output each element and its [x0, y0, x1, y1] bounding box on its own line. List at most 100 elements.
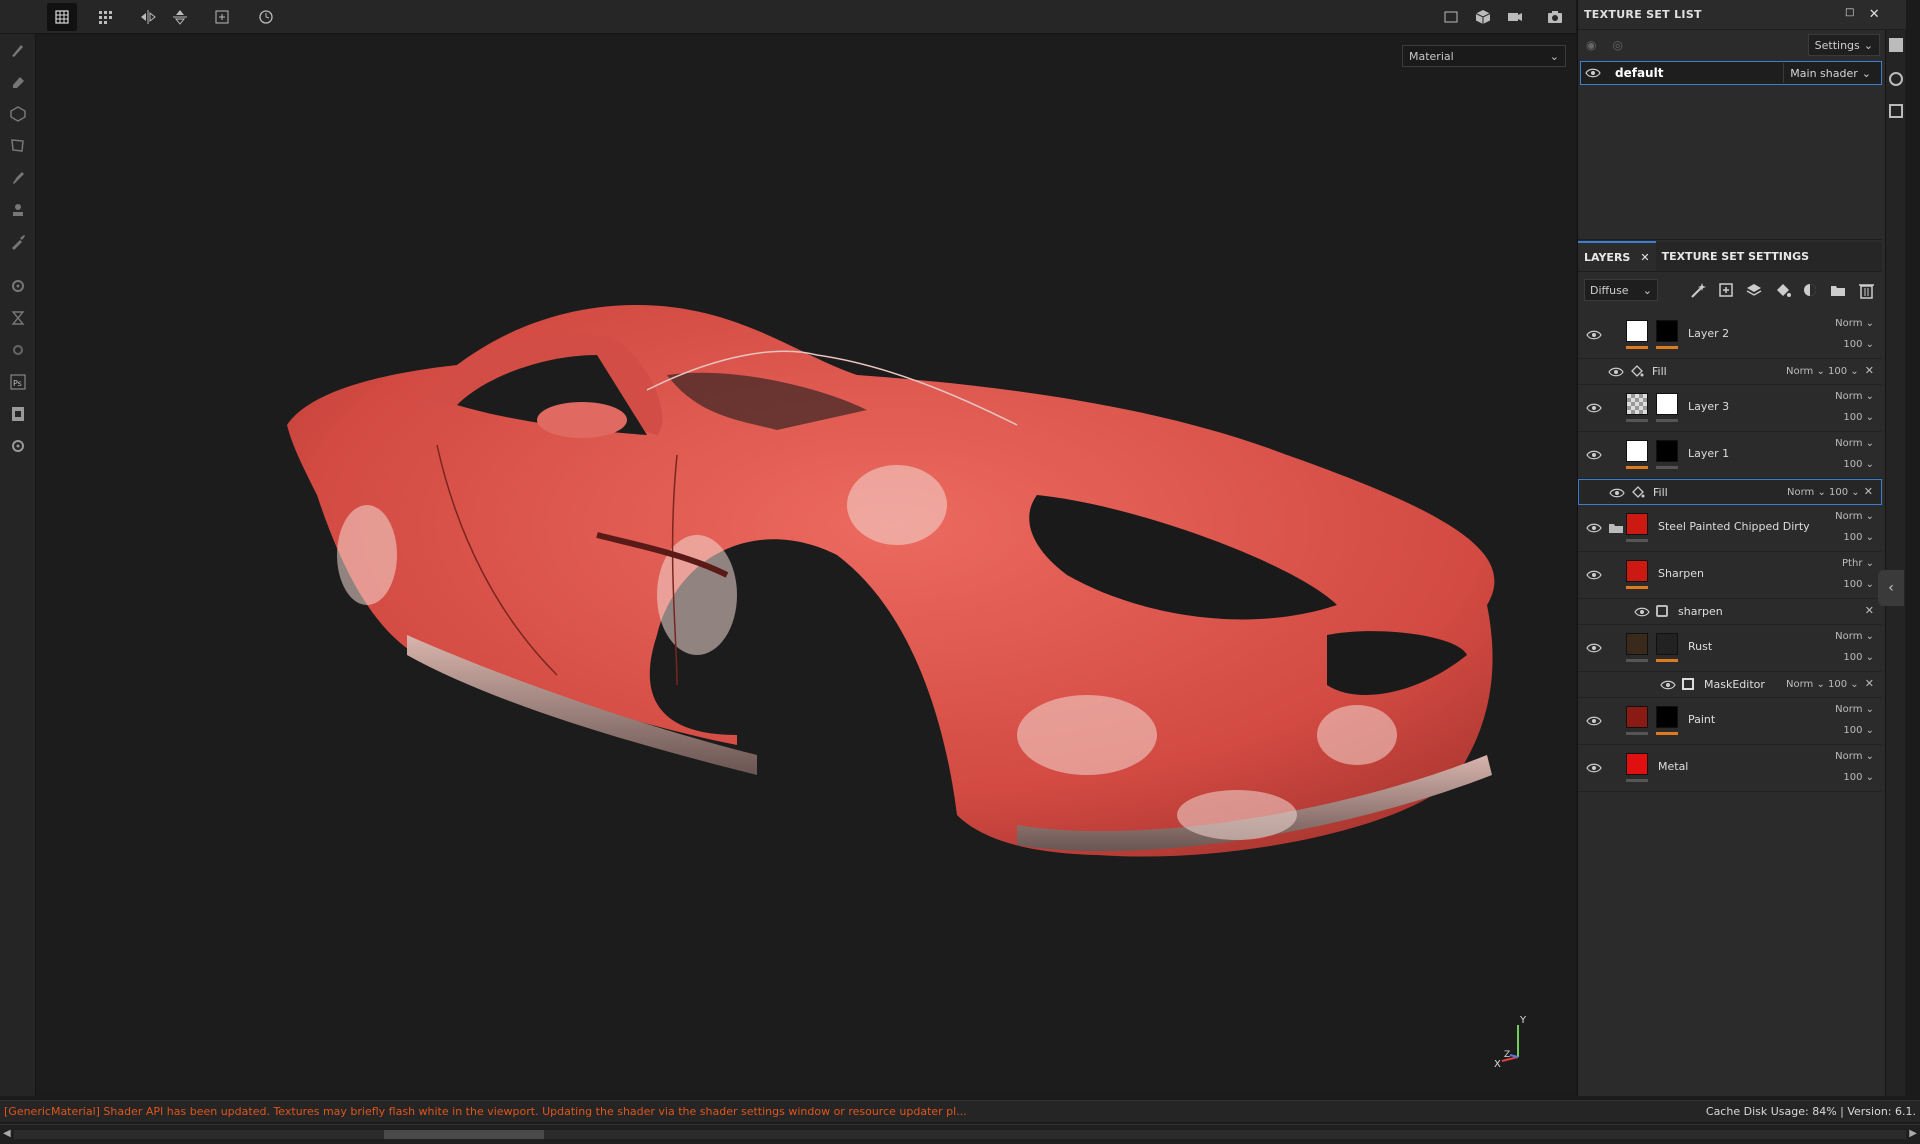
add-frame-icon[interactable] — [207, 3, 237, 31]
settings-icon[interactable] — [6, 338, 30, 362]
opacity-select[interactable]: 100 ⌄ — [1843, 725, 1874, 736]
blend-mode-select[interactable]: Norm ⌄ — [1786, 679, 1825, 690]
layer-thumbnail[interactable] — [1626, 633, 1648, 655]
eye-icon[interactable] — [1586, 642, 1602, 654]
opacity-select[interactable]: 100 ⌄ — [1828, 679, 1859, 690]
remove-icon[interactable]: ✕ — [1865, 677, 1874, 690]
eye-icon[interactable] — [1586, 715, 1602, 727]
layer-thumbnail[interactable] — [1626, 393, 1648, 415]
scroll-right-icon[interactable]: ▶ — [1909, 1128, 1917, 1139]
sub-layer-row[interactable]: Fill Norm ⌄ 100 ⌄ ✕ — [1578, 359, 1882, 385]
layer-thumbnail[interactable] — [1626, 320, 1648, 342]
history-icon[interactable] — [251, 3, 281, 31]
eye-icon[interactable] — [1660, 679, 1676, 691]
layer-row[interactable]: Layer 2 Norm ⌄ 100 ⌄ — [1578, 312, 1882, 359]
opacity-select[interactable]: 100 ⌄ — [1843, 772, 1874, 783]
settings-button[interactable]: Settings ⌄ — [1807, 34, 1880, 56]
remove-icon[interactable]: ✕ — [1865, 604, 1874, 617]
horizontal-scrollbar[interactable]: ◀ ▶ — [0, 1124, 1920, 1144]
view-2d-icon[interactable] — [1436, 3, 1466, 31]
eye-outline-icon[interactable]: ◎ — [1612, 38, 1622, 52]
projection-icon[interactable] — [6, 102, 30, 126]
opacity-select[interactable]: 100 ⌄ — [1843, 459, 1874, 470]
layer-thumbnail[interactable] — [1626, 440, 1648, 462]
add-effect-icon[interactable] — [1717, 281, 1736, 300]
view-3d-icon[interactable] — [1468, 3, 1498, 31]
layer-thumbnail[interactable] — [1626, 706, 1648, 728]
eye-icon[interactable] — [1586, 402, 1602, 414]
blend-mode-select[interactable]: Norm ⌄ — [1835, 391, 1874, 402]
eye-icon[interactable] — [1586, 762, 1602, 774]
blend-mode-select[interactable]: Norm ⌄ — [1835, 631, 1874, 642]
display-settings-icon[interactable] — [1889, 38, 1903, 52]
mask-thumbnail[interactable] — [1656, 320, 1678, 342]
opacity-select[interactable]: 100 ⌄ — [1843, 652, 1874, 663]
eye-icon[interactable] — [1609, 487, 1625, 499]
mirror-x-icon[interactable] — [133, 3, 163, 31]
eye-icon[interactable] — [1608, 366, 1624, 378]
close-icon[interactable]: ✕ — [1869, 7, 1880, 22]
remove-icon[interactable]: ✕ — [1864, 485, 1873, 498]
mask-thumbnail[interactable] — [1656, 440, 1678, 462]
layer-row[interactable]: Layer 1 Norm ⌄ 100 ⌄ — [1578, 432, 1882, 479]
add-folder-icon[interactable] — [1829, 281, 1848, 300]
opacity-select[interactable]: 100 ⌄ — [1828, 366, 1859, 377]
opacity-select[interactable]: 100 ⌄ — [1843, 532, 1874, 543]
layer-row[interactable]: Metal Norm ⌄ 100 ⌄ — [1578, 745, 1882, 792]
collapse-panel-icon[interactable]: ‹ — [1878, 570, 1904, 606]
blend-mode-select[interactable]: Norm ⌄ — [1835, 511, 1874, 522]
blend-mode-select[interactable]: Norm ⌄ — [1835, 318, 1874, 329]
bake-icon[interactable] — [6, 274, 30, 298]
log-icon[interactable] — [1889, 104, 1903, 118]
blend-mode-select[interactable]: Norm ⌄ — [1835, 751, 1874, 762]
close-icon[interactable]: ✕ — [1640, 251, 1649, 264]
clone-icon[interactable] — [6, 198, 30, 222]
geometry-icon[interactable] — [6, 306, 30, 330]
opacity-select[interactable]: 100 ⌄ — [1829, 487, 1860, 498]
export-icon[interactable] — [6, 402, 30, 426]
picker-icon[interactable] — [6, 230, 30, 254]
layer-row[interactable]: Paint Norm ⌄ 100 ⌄ — [1578, 698, 1882, 745]
history-icon[interactable] — [1889, 72, 1903, 86]
add-mask-icon[interactable] — [1801, 281, 1820, 300]
eye-icon[interactable] — [1586, 522, 1602, 534]
mask-thumbnail[interactable] — [1656, 633, 1678, 655]
remove-icon[interactable]: ✕ — [1865, 364, 1874, 377]
blend-mode-select[interactable]: Norm ⌄ — [1786, 366, 1825, 377]
polyfill-icon[interactable] — [6, 134, 30, 158]
eye-icon[interactable] — [1585, 67, 1601, 79]
layer-row[interactable]: Rust Norm ⌄ 100 ⌄ — [1578, 625, 1882, 672]
magic-wand-icon[interactable] — [1689, 281, 1708, 300]
layer-thumbnail[interactable] — [1626, 513, 1648, 535]
material-mode-select[interactable]: Material ⌄ — [1402, 45, 1566, 67]
sub-layer-row[interactable]: Fill Norm ⌄ 100 ⌄ ✕ — [1578, 479, 1882, 505]
add-fill-icon[interactable] — [1773, 281, 1792, 300]
mask-thumbnail[interactable] — [1656, 706, 1678, 728]
shader-select[interactable]: Main shader ⌄ — [1783, 63, 1877, 83]
mask-thumbnail[interactable] — [1656, 393, 1678, 415]
layer-thumbnail[interactable] — [1626, 560, 1648, 582]
sub-layer-row[interactable]: MaskEditor Norm ⌄ 100 ⌄ ✕ — [1578, 672, 1882, 698]
tab-layers[interactable]: LAYERS ✕ — [1578, 241, 1656, 271]
float-panel-icon[interactable]: □ — [1845, 7, 1855, 22]
grid-dots-icon[interactable] — [90, 3, 120, 31]
eye-icon[interactable] — [1586, 449, 1602, 461]
scroll-thumb[interactable] — [384, 1130, 544, 1139]
screenshot-icon[interactable] — [1540, 3, 1570, 31]
blend-mode-select[interactable]: Norm ⌄ — [1787, 487, 1826, 498]
blend-mode-select[interactable]: Pthr ⌄ — [1842, 558, 1874, 569]
3d-viewport[interactable]: Material ⌄ Y X Z — [37, 35, 1576, 1093]
layer-row[interactable]: Steel Painted Chipped Dirty Norm ⌄ 100 ⌄ — [1578, 505, 1882, 552]
eye-icon[interactable] — [1586, 569, 1602, 581]
brush-icon[interactable] — [6, 38, 30, 62]
texture-set-row[interactable]: default Main shader ⌄ — [1580, 61, 1882, 85]
visibility-all-icon[interactable]: ◉ — [1586, 38, 1596, 52]
scroll-left-icon[interactable]: ◀ — [3, 1128, 11, 1139]
sub-layer-row[interactable]: sharpen ✕ — [1578, 599, 1882, 625]
layer-thumbnail[interactable] — [1626, 753, 1648, 775]
blend-mode-select[interactable]: Norm ⌄ — [1835, 438, 1874, 449]
layer-row[interactable]: Sharpen Pthr ⌄ 100 ⌄ — [1578, 552, 1882, 599]
plugin-icon[interactable] — [6, 434, 30, 458]
grid-select-icon[interactable] — [47, 3, 77, 31]
blend-mode-select[interactable]: Norm ⌄ — [1835, 704, 1874, 715]
